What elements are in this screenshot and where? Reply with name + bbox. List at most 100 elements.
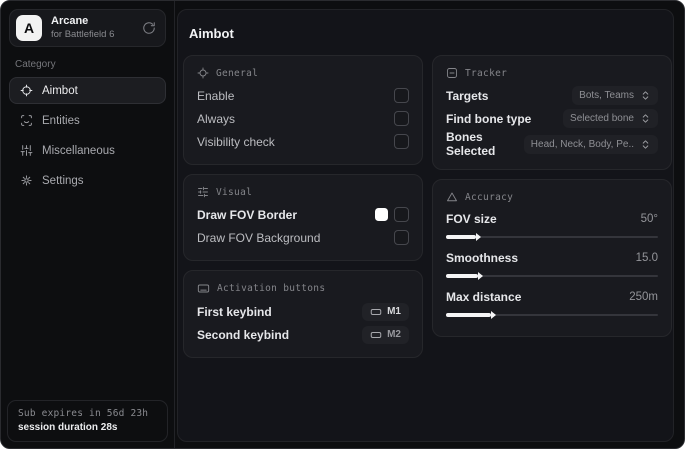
sidebar: A Arcane for Battlefield 6 Category Aimb… bbox=[1, 1, 175, 448]
triangle-icon bbox=[446, 191, 458, 203]
sidebar-item-miscellaneous[interactable]: Miscellaneous bbox=[9, 137, 166, 164]
accuracy-card-title: Accuracy bbox=[465, 191, 514, 203]
setting-label: Visibility check bbox=[197, 134, 275, 149]
sidebar-item-label: Settings bbox=[42, 174, 84, 187]
activation-card: Activation buttons First keybind M1 Seco… bbox=[183, 270, 423, 358]
setting-row-second-keybind: Second keybind M2 bbox=[197, 323, 409, 346]
fov-size-setting: FOV size 50° bbox=[446, 208, 658, 239]
unfold-icon bbox=[640, 90, 651, 101]
setting-row-find-bone-type: Find bone type Selected bone bbox=[446, 107, 658, 130]
setting-label: Always bbox=[197, 111, 236, 126]
sidebar-item-aimbot[interactable]: Aimbot bbox=[9, 77, 166, 104]
enable-checkbox[interactable] bbox=[394, 88, 409, 103]
visual-card-header: Visual bbox=[197, 184, 409, 203]
visibility-check-checkbox[interactable] bbox=[394, 134, 409, 149]
sidebar-item-settings[interactable]: Settings bbox=[9, 167, 166, 194]
setting-label: Bones Selected bbox=[446, 130, 496, 158]
setting-label: Enable bbox=[197, 88, 235, 103]
slider-fill[interactable] bbox=[446, 274, 478, 278]
smoothness-setting: Smoothness 15.0 bbox=[446, 247, 658, 278]
app-window: A Arcane for Battlefield 6 Category Aimb… bbox=[0, 0, 685, 449]
general-card-title: General bbox=[216, 67, 259, 79]
setting-label: Draw FOV Border bbox=[197, 207, 298, 222]
setting-label: Max distance bbox=[446, 289, 522, 304]
unfold-icon bbox=[640, 113, 651, 124]
refresh-icon[interactable] bbox=[142, 21, 156, 35]
keyboard-icon bbox=[197, 282, 210, 295]
left-column: General Enable Always Visibility check V… bbox=[183, 55, 423, 358]
slider-value: 15.0 bbox=[635, 251, 658, 264]
unfold-icon bbox=[640, 139, 651, 150]
session-duration-text: session duration 28s bbox=[18, 422, 118, 433]
slider-fill[interactable] bbox=[446, 235, 476, 239]
tracker-card-title: Tracker bbox=[465, 67, 508, 79]
keybind-value: M1 bbox=[387, 306, 401, 317]
main-area: Aimbot General Enable Always Visibility … bbox=[175, 1, 684, 448]
dropdown-value: Head, Neck, Body, Pe.. bbox=[530, 138, 634, 150]
sidebar-item-label: Entities bbox=[42, 114, 80, 127]
bones-selected-dropdown[interactable]: Head, Neck, Body, Pe.. bbox=[523, 134, 658, 154]
color-swatch[interactable] bbox=[375, 208, 388, 221]
category-label: Category bbox=[15, 59, 56, 70]
setting-row-first-keybind: First keybind M1 bbox=[197, 300, 409, 323]
setting-label: Draw FOV Background bbox=[197, 230, 321, 245]
sidebar-item-entities[interactable]: Entities bbox=[9, 107, 166, 134]
sidebar-item-label: Aimbot bbox=[42, 84, 78, 97]
setting-row-visibility-check: Visibility check bbox=[197, 130, 409, 153]
slider-fill[interactable] bbox=[446, 313, 491, 317]
slider-label-row: Max distance 250m bbox=[446, 286, 658, 307]
keybind-icon bbox=[370, 306, 382, 318]
setting-row-bones-selected: Bones Selected Head, Neck, Body, Pe.. bbox=[446, 130, 658, 158]
first-keybind-button[interactable]: M1 bbox=[362, 302, 409, 321]
app-logo: A bbox=[16, 15, 42, 41]
always-checkbox[interactable] bbox=[394, 111, 409, 126]
setting-row-enable: Enable bbox=[197, 84, 409, 107]
app-meta: Arcane for Battlefield 6 bbox=[51, 15, 114, 41]
sidebar-nav: Aimbot Entities Miscellaneous Settings bbox=[7, 77, 168, 194]
setting-row-always: Always bbox=[197, 107, 409, 130]
sidebar-item-label: Miscellaneous bbox=[42, 144, 115, 157]
square-minus-icon bbox=[446, 67, 458, 79]
setting-row-draw-fov-background: Draw FOV Background bbox=[197, 226, 409, 249]
max-distance-slider[interactable] bbox=[446, 313, 658, 317]
page-title: Aimbot bbox=[189, 26, 234, 41]
subscription-status: Sub expires in 56d 23h session duration … bbox=[7, 400, 168, 442]
scan-face-icon bbox=[20, 114, 33, 127]
setting-label: Smoothness bbox=[446, 250, 519, 265]
tracker-card: Tracker Targets Bots, Teams Find bone ty… bbox=[432, 55, 672, 170]
sliders-icon bbox=[20, 144, 33, 157]
sliders-horizontal-icon bbox=[197, 186, 209, 198]
dropdown-value: Selected bone bbox=[570, 113, 634, 124]
accuracy-card: Accuracy FOV size 50° Smoothness 15.0 Ma… bbox=[432, 179, 672, 337]
setting-label: First keybind bbox=[197, 304, 272, 319]
setting-label: Targets bbox=[446, 88, 489, 103]
setting-row-draw-fov-border: Draw FOV Border bbox=[197, 203, 409, 226]
targets-dropdown[interactable]: Bots, Teams bbox=[572, 86, 658, 105]
setting-row-targets: Targets Bots, Teams bbox=[446, 84, 658, 107]
right-column: Tracker Targets Bots, Teams Find bone ty… bbox=[432, 55, 672, 337]
crosshair-icon bbox=[20, 84, 33, 97]
find-bone-type-dropdown[interactable]: Selected bone bbox=[563, 109, 658, 128]
content-panel: Aimbot General Enable Always Visibility … bbox=[177, 9, 674, 442]
smoothness-slider[interactable] bbox=[446, 274, 658, 278]
app-name: Arcane bbox=[51, 15, 89, 28]
app-header: A Arcane for Battlefield 6 bbox=[9, 9, 166, 47]
draw-fov-background-checkbox[interactable] bbox=[394, 230, 409, 245]
fov-size-slider[interactable] bbox=[446, 235, 658, 239]
second-keybind-button[interactable]: M2 bbox=[362, 325, 409, 344]
slider-label-row: Smoothness 15.0 bbox=[446, 247, 658, 268]
gear-icon bbox=[20, 174, 33, 187]
app-subtitle: for Battlefield 6 bbox=[51, 28, 115, 40]
setting-label: FOV size bbox=[446, 211, 497, 226]
setting-label: Second keybind bbox=[197, 327, 290, 342]
setting-label: Find bone type bbox=[446, 111, 532, 126]
dropdown-value: Bots, Teams bbox=[579, 90, 634, 101]
tracker-card-header: Tracker bbox=[446, 65, 658, 84]
general-card-header: General bbox=[197, 65, 409, 84]
sub-expiry-text: Sub expires in 56d 23h bbox=[18, 408, 149, 419]
columns: General Enable Always Visibility check V… bbox=[183, 55, 672, 358]
row-controls bbox=[375, 207, 409, 222]
slider-value: 250m bbox=[629, 290, 658, 303]
draw-fov-border-checkbox[interactable] bbox=[394, 207, 409, 222]
slider-value: 50° bbox=[640, 212, 658, 225]
